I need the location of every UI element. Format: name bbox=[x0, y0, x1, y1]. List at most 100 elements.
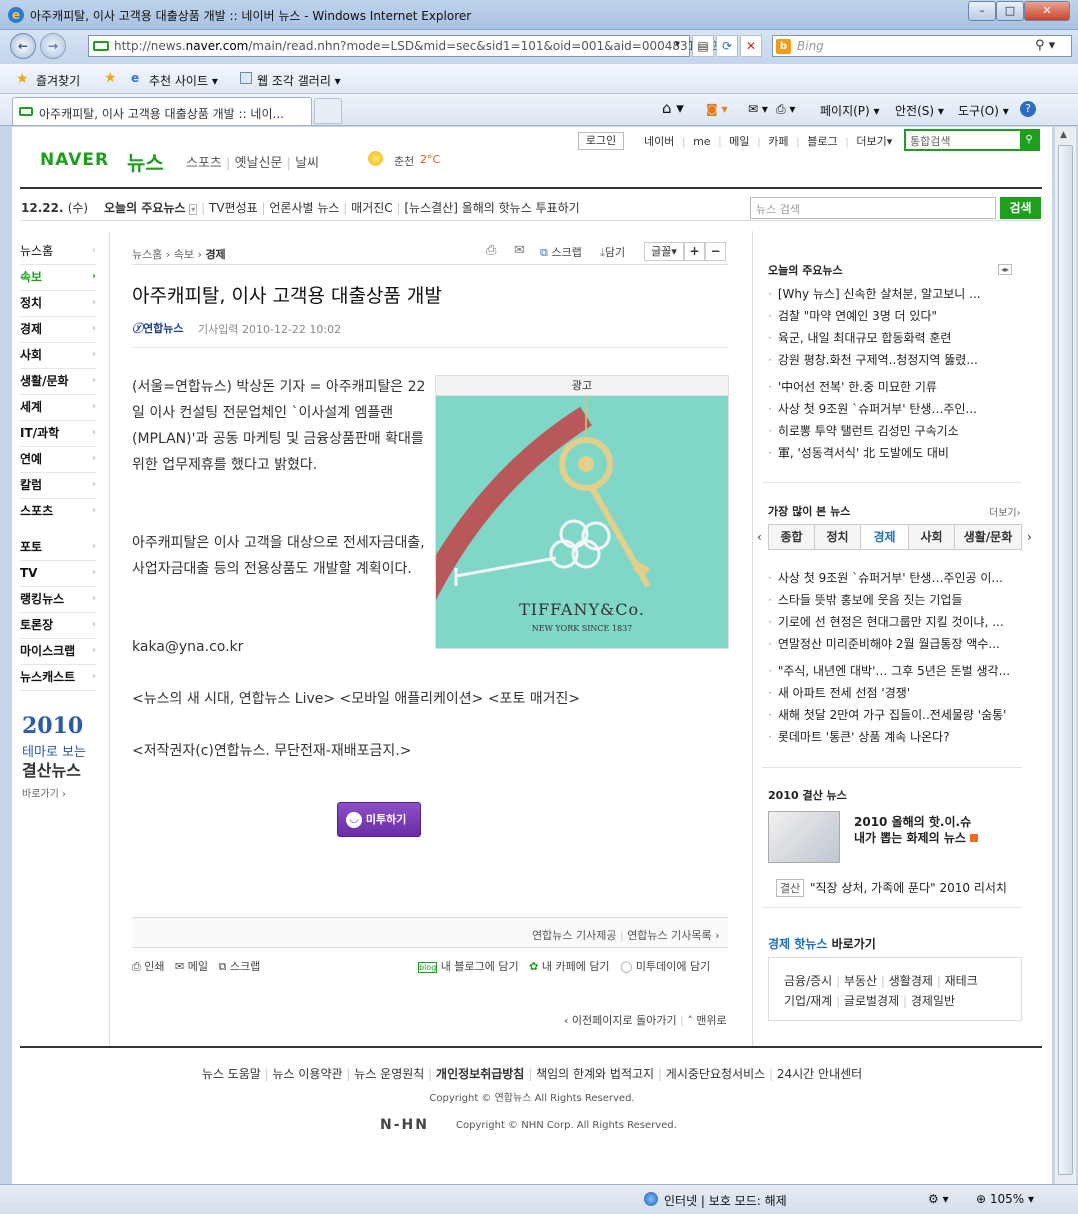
list-item[interactable]: 히로뽕 투약 탤런트 김성민 구속기소 bbox=[768, 422, 1018, 442]
crumb-home[interactable]: 뉴스홈 bbox=[132, 248, 162, 261]
lnb-photo[interactable]: 포토 › bbox=[20, 535, 96, 561]
naver-logo[interactable]: NAVER bbox=[40, 150, 109, 170]
print-link[interactable]: ⎙ 인쇄 bbox=[132, 960, 165, 973]
subnav-poll[interactable]: [뉴스결산] 올해의 핫뉴스 투표하기 bbox=[404, 201, 579, 215]
back-link[interactable]: ‹ 이전페이지로 돌아가기 bbox=[564, 1014, 677, 1027]
link-mail[interactable]: 메일 bbox=[729, 135, 749, 148]
lnb-world[interactable]: 세계 › bbox=[20, 395, 96, 421]
list-item[interactable]: 연말정산 미리준비해야 2월 월급통장 액수... bbox=[768, 635, 1018, 655]
promo-more-link[interactable]: 바로가기 › bbox=[22, 785, 66, 800]
most-viewed-more-link[interactable]: 더보기› bbox=[989, 504, 1021, 519]
read-mail-icon[interactable]: ✉ ▾ bbox=[748, 102, 768, 116]
promo-year[interactable]: 2010 bbox=[22, 713, 83, 739]
scroll-thumb[interactable] bbox=[1058, 145, 1073, 1175]
rss-icon[interactable]: ◙ ▾ bbox=[706, 102, 727, 116]
maximize-button[interactable]: □ bbox=[996, 1, 1024, 21]
tab-all[interactable]: 종합 bbox=[769, 525, 815, 549]
list-item[interactable]: 육군, 내일 최대규모 합동화력 훈련 bbox=[768, 329, 1018, 349]
font-decrease-button[interactable]: − bbox=[705, 242, 726, 261]
lnb-economy[interactable]: 경제 › bbox=[20, 317, 96, 343]
y2010-line2[interactable]: 내가 뽑는 화제의 뉴스 bbox=[854, 829, 979, 846]
footer-link[interactable]: 24시간 안내센터 bbox=[777, 1067, 862, 1081]
vertical-scrollbar[interactable]: ▲ bbox=[1054, 127, 1076, 1184]
footer-link[interactable]: 뉴스 이용약관 bbox=[273, 1067, 343, 1081]
address-url[interactable]: http://news.naver.com/main/read.nhn?mode… bbox=[114, 39, 718, 53]
provider-list-link[interactable]: 연합뉴스 기사목록 › bbox=[627, 929, 719, 942]
promo-line2[interactable]: 결산뉴스 bbox=[22, 757, 81, 781]
lnb-it[interactable]: IT/과학 › bbox=[20, 421, 96, 447]
y2010-image[interactable] bbox=[768, 811, 840, 863]
subnav-today[interactable]: 오늘의 주요뉴스 bbox=[104, 201, 185, 215]
safety-menu[interactable]: 안전(S) ▾ bbox=[895, 102, 944, 119]
tab-economy[interactable]: 경제 bbox=[861, 525, 909, 549]
list-item[interactable]: 강원 평창.화천 구제역..청정지역 뚫렸... bbox=[768, 351, 1018, 371]
lnb-debate[interactable]: 토론장 › bbox=[20, 613, 96, 639]
list-item[interactable]: 검찰 "마약 연예인 3명 더 있다" bbox=[768, 307, 1018, 327]
hot-link[interactable]: 글로벌경제 bbox=[844, 994, 899, 1008]
footer-link[interactable]: 뉴스 운영원칙 bbox=[354, 1067, 424, 1081]
lnb-tv[interactable]: TV › bbox=[20, 561, 96, 587]
hot-link[interactable]: 경제일반 bbox=[911, 994, 955, 1008]
tab-life[interactable]: 생활/문화 bbox=[955, 525, 1021, 549]
link-blog[interactable]: 블로그 bbox=[807, 135, 837, 148]
footer-link[interactable]: 개인정보취급방침 bbox=[436, 1067, 524, 1081]
lnb-ranking[interactable]: 랭킹뉴스 › bbox=[20, 587, 96, 613]
blog-share-link[interactable]: blog 내 블로그에 담기 bbox=[418, 960, 519, 973]
news-search-input[interactable]: 뉴스 검색 bbox=[750, 197, 996, 219]
hot-link[interactable]: 부동산 bbox=[844, 974, 877, 988]
help-icon[interactable]: ? bbox=[1020, 101, 1036, 117]
add-favorite-icon[interactable]: ★ bbox=[104, 70, 117, 86]
subnav-dropdown-icon[interactable]: ▾ bbox=[189, 204, 198, 215]
lnb-life[interactable]: 생활/문화 › bbox=[20, 369, 96, 395]
provider-link[interactable]: 연합뉴스 기사제공 bbox=[532, 929, 616, 942]
y2010-line1[interactable]: 2010 올해의 핫.이.슈 bbox=[854, 813, 971, 830]
tab-prev-icon[interactable]: ‹ bbox=[757, 530, 762, 544]
news-search-button[interactable]: 검색 bbox=[1000, 197, 1041, 219]
subnav-press[interactable]: 언론사별 뉴스 bbox=[269, 201, 339, 215]
login-button[interactable]: 로그인 bbox=[578, 132, 624, 150]
link-more[interactable]: 더보기▾ bbox=[856, 135, 892, 148]
list-item[interactable]: 軍, '성동격서식' 北 도발에도 대비 bbox=[768, 444, 1018, 464]
minimize-button[interactable]: – bbox=[968, 1, 996, 21]
list-item[interactable]: [Why 뉴스] 신속한 살처분, 알고보니 ... bbox=[768, 285, 1018, 305]
refresh-icon[interactable]: ⟳ bbox=[716, 35, 738, 57]
footer-link[interactable]: 책임의 한계와 법적고지 bbox=[536, 1067, 654, 1081]
lnb-newscast[interactable]: 뉴스캐스트 › bbox=[20, 665, 96, 691]
tab-politics[interactable]: 정치 bbox=[815, 525, 861, 549]
address-bar[interactable]: http://news.naver.com/main/read.nhn?mode… bbox=[88, 35, 718, 57]
hot-link[interactable]: 기업/재계 bbox=[784, 994, 832, 1008]
zoom-level[interactable]: ⊕ 105% ▾ bbox=[976, 1192, 1034, 1206]
font-button[interactable]: 글꼴▾ bbox=[644, 242, 684, 261]
home-icon[interactable]: ⌂ ▾ bbox=[662, 99, 684, 117]
link-cafe[interactable]: 카페 bbox=[768, 135, 788, 148]
protected-mode-icon[interactable]: ⚙ ▾ bbox=[928, 1192, 949, 1206]
crumb-economy[interactable]: 경제 bbox=[205, 248, 225, 261]
metoo-share-link[interactable]: ◯ 미투데이에 담기 bbox=[620, 960, 710, 973]
list-item[interactable]: '中어선 전복' 한.중 미묘한 기류 bbox=[768, 378, 1018, 398]
subnav-tv[interactable]: TV편성표 bbox=[209, 201, 258, 215]
web-slice-gallery-link[interactable]: 웹 조각 갤러리 ▾ bbox=[257, 72, 341, 89]
mail-icon[interactable]: ✉ bbox=[514, 243, 525, 258]
press-logo[interactable]: ⓨ연합뉴스 bbox=[132, 320, 183, 336]
gnb-sports[interactable]: 스포츠 bbox=[186, 156, 222, 171]
list-item[interactable]: 사상 첫 9조원 `슈퍼거부' 탄생…주인공 이... bbox=[768, 569, 1018, 589]
gnb-oldpaper[interactable]: 옛날신문 bbox=[235, 156, 283, 171]
scrap-button[interactable]: ⧉ 스크랩 bbox=[540, 244, 582, 260]
lnb-politics[interactable]: 정치 › bbox=[20, 291, 96, 317]
link-me[interactable]: me bbox=[693, 135, 710, 148]
footer-link[interactable]: 뉴스 도움말 bbox=[202, 1067, 261, 1081]
print-icon[interactable]: ⎙ bbox=[486, 243, 496, 258]
search-icon[interactable]: ⚲ ▾ bbox=[1035, 38, 1055, 53]
list-item[interactable]: 새해 첫달 2만여 가구 집들이..전세물량 '숨통' bbox=[768, 706, 1018, 726]
suggested-sites-link[interactable]: 추천 사이트 ▾ bbox=[149, 72, 218, 89]
search-icon[interactable]: ⚲ bbox=[1020, 131, 1038, 149]
hot-link[interactable]: 재테크 bbox=[945, 974, 978, 988]
lnb-column[interactable]: 칼럼 › bbox=[20, 473, 96, 499]
browser-tab-active[interactable]: 아주캐피탈, 이사 고객용 대출상품 개발 :: 네이... bbox=[12, 97, 312, 125]
list-item[interactable]: "주식, 내년엔 대박'… 그후 5년은 돈벌 생각... bbox=[768, 662, 1018, 682]
lnb-breaking[interactable]: 속보 › bbox=[20, 265, 96, 291]
top-link[interactable]: ˄ 맨위로 bbox=[687, 1014, 726, 1027]
address-dropdown-icon[interactable]: ▾ bbox=[675, 39, 680, 50]
favorites-button[interactable]: 즐겨찾기 bbox=[36, 72, 80, 89]
list-item[interactable]: 새 아파트 전세 선점 '경쟁' bbox=[768, 684, 1018, 704]
